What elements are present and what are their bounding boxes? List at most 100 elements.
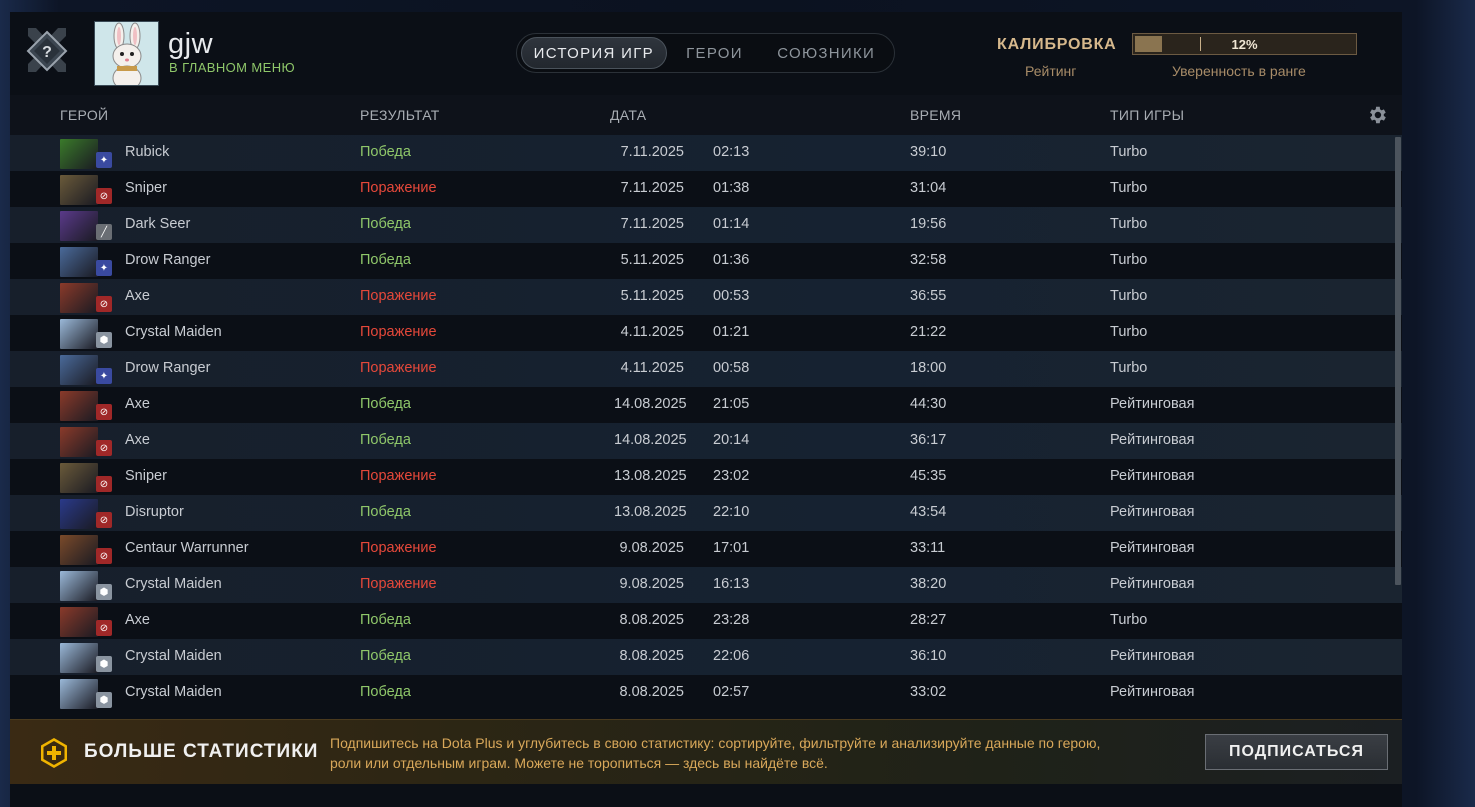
header-hero[interactable]: ГЕРОЙ [60, 107, 108, 123]
subscribe-button[interactable]: ПОДПИСАТЬСЯ [1205, 734, 1388, 770]
match-duration: 44:30 [910, 396, 947, 412]
role-support-icon: ⬢ [96, 584, 112, 600]
table-row[interactable]: ⊘ Axe Победа 8.08.2025 23:28 28:27 Turbo [10, 603, 1402, 639]
match-date: 8.08.2025 [619, 684, 684, 700]
table-row[interactable]: ⊘ Axe Победа 14.08.2025 20:14 36:17 Рейтингова… [10, 423, 1402, 459]
hero-name: Axe [125, 288, 150, 304]
scrollbar[interactable] [1395, 137, 1401, 585]
header-game-type[interactable]: ТИП ИГРЫ [1110, 107, 1184, 123]
hero-portrait [60, 175, 98, 205]
match-time: 01:38 [713, 180, 750, 196]
game-type: Turbo [1110, 180, 1148, 196]
hero-name: Axe [125, 612, 150, 628]
hero-portrait [60, 319, 98, 349]
match-date: 4.11.2025 [620, 324, 684, 340]
rank-badge-icon[interactable]: ? [22, 24, 72, 82]
gear-icon[interactable] [1366, 104, 1388, 126]
table-header: ГЕРОЙ РЕЗУЛЬТАТ ДАТА ВРЕМЯ ТИП ИГРЫ [10, 95, 1402, 135]
game-type: Рейтинговая [1110, 648, 1195, 664]
table-row[interactable]: ⊘ Axe Поражение 5.11.2025 00:53 36:55 Turbo [10, 279, 1402, 315]
match-duration: 38:20 [910, 576, 947, 592]
hero-portrait [60, 211, 98, 241]
match-result: Победа [360, 648, 411, 664]
table-row[interactable]: ╱ Dark Seer Победа 7.11.2025 01:14 19:56 Turbo [10, 207, 1402, 243]
banner-title: БОЛЬШЕ СТАТИСТИКИ [84, 741, 319, 762]
header-date[interactable]: ДАТА [610, 107, 646, 123]
role-carry-icon: ⊘ [96, 548, 112, 564]
game-type: Turbo [1110, 612, 1148, 628]
match-date: 7.11.2025 [620, 180, 684, 196]
tab-allies[interactable]: СОЮЗНИКИ [762, 37, 890, 69]
hero-name: Crystal Maiden [125, 576, 222, 592]
match-time: 16:13 [713, 576, 750, 592]
match-date: 9.08.2025 [619, 540, 684, 556]
match-date: 7.11.2025 [620, 216, 684, 232]
game-type: Рейтинговая [1110, 540, 1195, 556]
game-type: Рейтинговая [1110, 684, 1195, 700]
match-result: Победа [360, 252, 411, 268]
game-type: Рейтинговая [1110, 504, 1195, 520]
game-type: Turbo [1110, 360, 1148, 376]
hero-portrait [60, 571, 98, 601]
table-row[interactable]: ✦ Rubick Победа 7.11.2025 02:13 39:10 Turbo [10, 135, 1402, 171]
table-row[interactable]: ⊘ Disruptor Победа 13.08.2025 22:10 43:54 Рейт… [10, 495, 1402, 531]
player-name: gjw [168, 28, 214, 60]
hero-portrait [60, 643, 98, 673]
svg-text:?: ? [42, 44, 52, 61]
table-row[interactable]: ⊘ Axe Победа 14.08.2025 21:05 44:30 Рейтингова… [10, 387, 1402, 423]
header-result[interactable]: РЕЗУЛЬТАТ [360, 107, 440, 123]
match-duration: 32:58 [910, 252, 947, 268]
hero-name: Drow Ranger [125, 252, 211, 268]
calibration-title: КАЛИБРОВКА [997, 36, 1117, 53]
banner-text: Подпишитесь на Dota Plus и углубитесь в … [330, 735, 1101, 771]
game-type: Рейтинговая [1110, 396, 1195, 412]
game-type: Turbo [1110, 252, 1148, 268]
game-type: Turbo [1110, 216, 1148, 232]
hero-portrait [60, 139, 98, 169]
player-status: В ГЛАВНОМ МЕНЮ [169, 60, 296, 75]
role-mid-icon: ✦ [96, 368, 112, 384]
table-row[interactable]: ⬢ Crystal Maiden Поражение 9.08.2025 16:13 38… [10, 567, 1402, 603]
table-row[interactable]: ✦ Drow Ranger Поражение 4.11.2025 00:58 18:00… [10, 351, 1402, 387]
rating-label: Рейтинг [1025, 63, 1077, 79]
table-row[interactable]: ✦ Drow Ranger Победа 5.11.2025 01:36 32:58 Tur… [10, 243, 1402, 279]
rank-confidence-bar: 12% [1132, 33, 1357, 55]
table-row[interactable]: ⊘ Centaur Warrunner Поражение 9.08.2025 17:0… [10, 531, 1402, 567]
match-result: Победа [360, 612, 411, 628]
role-support-icon: ⬢ [96, 656, 112, 672]
hero-name: Sniper [125, 468, 167, 484]
game-type: Рейтинговая [1110, 432, 1195, 448]
match-time: 02:57 [713, 684, 750, 700]
hero-portrait [60, 427, 98, 457]
match-result: Победа [360, 216, 411, 232]
hero-portrait [60, 355, 98, 385]
role-mid-icon: ✦ [96, 152, 112, 168]
table-row[interactable]: ⊘ Sniper Поражение 13.08.2025 23:02 45:35 Рейт… [10, 459, 1402, 495]
avatar[interactable] [94, 21, 159, 86]
table-row[interactable]: ⬢ Crystal Maiden Победа 8.08.2025 02:57 33:02… [10, 675, 1402, 711]
role-carry-icon: ⊘ [96, 476, 112, 492]
table-row[interactable]: ⬢ Crystal Maiden Победа 8.08.2025 22:06 36:10… [10, 639, 1402, 675]
hero-portrait [60, 679, 98, 709]
match-duration: 36:17 [910, 432, 947, 448]
match-result: Победа [360, 504, 411, 520]
game-type: Рейтинговая [1110, 468, 1195, 484]
match-result: Поражение [360, 324, 437, 340]
hero-name: Axe [125, 432, 150, 448]
hero-portrait [60, 391, 98, 421]
match-date: 13.08.2025 [614, 468, 687, 484]
hero-portrait [60, 463, 98, 493]
match-result: Поражение [360, 540, 437, 556]
match-date: 8.08.2025 [619, 648, 684, 664]
match-time: 20:14 [713, 432, 750, 448]
table-row[interactable]: ⬢ Crystal Maiden Поражение 4.11.2025 01:21 21… [10, 315, 1402, 351]
match-date: 7.11.2025 [620, 144, 684, 160]
role-carry-icon: ⊘ [96, 440, 112, 456]
tab-match-history[interactable]: ИСТОРИЯ ИГР [521, 37, 667, 69]
table-row[interactable]: ⊘ Sniper Поражение 7.11.2025 01:38 31:04 Turbo [10, 171, 1402, 207]
tab-heroes[interactable]: ГЕРОИ [667, 37, 763, 69]
hero-name: Centaur Warrunner [125, 540, 249, 556]
match-result: Поражение [360, 180, 437, 196]
header-duration[interactable]: ВРЕМЯ [910, 107, 961, 123]
hero-name: Disruptor [125, 504, 184, 520]
